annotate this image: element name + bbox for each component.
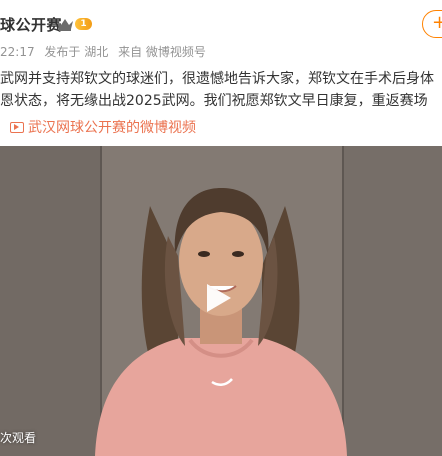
- post-text-line: 武网并支持郑钦文的球迷们，很遗憾地告诉大家，郑钦文在手术后身体: [0, 71, 434, 87]
- post-source[interactable]: 来自 微博视频号: [118, 45, 206, 59]
- post-time[interactable]: 22:17: [0, 45, 35, 59]
- crown-icon: [57, 19, 73, 31]
- video-link-icon: [10, 122, 24, 133]
- post-location: 发布于 湖北: [44, 45, 109, 59]
- level-badge: 1: [75, 18, 92, 30]
- post-text-line: 恩状态，将无缘出战2025武网。我们祝愿郑钦文早日康复，重返赛场: [0, 93, 428, 109]
- video-link-label: 武汉网球公开赛的微博视频: [28, 120, 196, 136]
- video-player[interactable]: 次观看: [0, 146, 442, 456]
- post-meta: 22:17 发布于 湖北 来自 微博视频号: [0, 43, 212, 60]
- play-icon[interactable]: [199, 280, 235, 316]
- view-count-label: 次观看: [0, 431, 37, 445]
- follow-button[interactable]: +: [422, 10, 442, 38]
- post-text: 武网并支持郑钦文的球迷们，很遗憾地告诉大家，郑钦文在手术后身体 恩状态，将无缘出…: [0, 68, 442, 112]
- video-link[interactable]: 武汉网球公开赛的微博视频: [10, 117, 196, 137]
- post-header: 球公开赛 1 + 22:17 发布于 湖北 来自 微博视频号: [0, 0, 442, 62]
- account-name[interactable]: 球公开赛: [0, 14, 62, 35]
